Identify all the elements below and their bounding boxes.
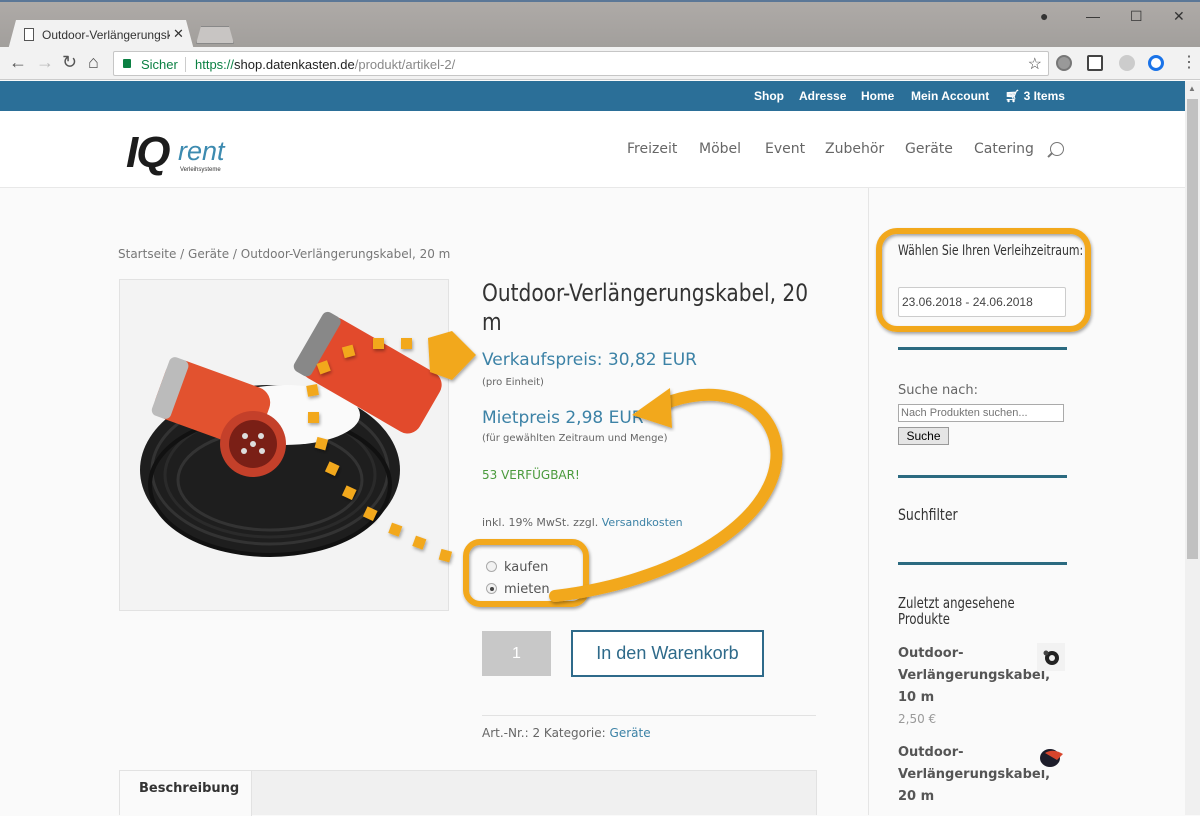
product-title: Outdoor-Verlängerungskabel, 20 m bbox=[482, 279, 809, 336]
browser-titlebar: Outdoor-Verlängerungskabel, 20 m ✕ ● — ☐… bbox=[0, 0, 1200, 50]
page-scrollbar[interactable]: ▲ bbox=[1185, 81, 1200, 815]
nav-moebel[interactable]: Möbel bbox=[699, 141, 741, 157]
shipping-link[interactable]: Versandkosten bbox=[602, 516, 683, 529]
page-icon bbox=[24, 28, 34, 41]
tab-title: Outdoor-Verlängerungskabel, 20 m bbox=[42, 28, 170, 42]
add-to-cart-button[interactable]: In den Warenkorb bbox=[571, 630, 764, 677]
widget-divider bbox=[898, 562, 1067, 565]
browser-tab[interactable]: Outdoor-Verlängerungskabel, 20 m ✕ bbox=[8, 20, 194, 50]
tax-info: inkl. 19% MwSt. zzgl. Versandkosten bbox=[482, 516, 683, 529]
menu-icon[interactable]: ⋮ bbox=[1181, 52, 1197, 72]
close-window-button[interactable]: ✕ bbox=[1173, 8, 1185, 25]
sale-price: Verkaufspreis: 30,82 EUR bbox=[482, 350, 697, 370]
extension-icon[interactable] bbox=[1119, 55, 1135, 71]
cable-thumbnail-icon bbox=[1043, 650, 1059, 665]
browser-toolbar: ← → ↻ ⌂ Sicher https://shop.datenkasten.… bbox=[0, 47, 1200, 80]
widget-divider bbox=[898, 347, 1067, 350]
category-link[interactable]: Geräte bbox=[610, 726, 651, 740]
site-header: IQ rent Verleihsysteme Freizeit Möbel Ev… bbox=[0, 111, 1185, 188]
radio-kaufen[interactable] bbox=[486, 561, 497, 572]
divider bbox=[185, 57, 186, 72]
cable-illustration bbox=[140, 311, 442, 557]
scrollbar-thumb[interactable] bbox=[1187, 99, 1198, 559]
cart-link[interactable]: 🛒︎ 3 Items bbox=[1005, 89, 1065, 103]
cast-icon[interactable] bbox=[1087, 55, 1103, 71]
search-icon[interactable] bbox=[1050, 142, 1064, 156]
lock-icon bbox=[123, 59, 131, 68]
extension-icon[interactable] bbox=[1056, 55, 1072, 71]
secure-label: Sicher bbox=[141, 57, 178, 72]
product-search-input[interactable] bbox=[898, 404, 1064, 422]
nav-zubehoer[interactable]: Zubehör bbox=[825, 141, 884, 157]
topbar-link-adresse[interactable]: Adresse bbox=[799, 89, 846, 103]
forward-icon[interactable]: → bbox=[36, 52, 54, 73]
new-tab-button[interactable] bbox=[196, 26, 234, 44]
profile-icon[interactable]: ● bbox=[1040, 8, 1048, 24]
address-bar[interactable]: Sicher https://shop.datenkasten.de/produ… bbox=[113, 51, 1049, 76]
sale-price-note: (pro Einheit) bbox=[482, 377, 544, 388]
recent-product-link[interactable]: Outdoor-Verlängerungskabel, 10 m bbox=[898, 643, 1050, 709]
recent-products-heading: Zuletzt angesehene Produkte bbox=[898, 594, 1015, 628]
recent-product-link[interactable]: Outdoor-Verlängerungskabel, 20 m bbox=[898, 742, 1050, 808]
topbar-link-shop[interactable]: Shop bbox=[754, 89, 784, 103]
rent-price-note: (für gewählten Zeitraum und Menge) bbox=[482, 433, 668, 444]
url-text: https://shop.datenkasten.de/produkt/arti… bbox=[195, 57, 456, 72]
cart-icon: 🛒︎ bbox=[1005, 89, 1024, 103]
sidebar-divider bbox=[868, 188, 869, 815]
rental-period-heading: Wählen Sie Ihren Verleihzeitraum: bbox=[898, 243, 1084, 259]
search-button[interactable]: Suche bbox=[898, 427, 949, 445]
nav-freizeit[interactable]: Freizeit bbox=[627, 141, 677, 157]
quantity-input[interactable] bbox=[482, 631, 551, 676]
home-icon[interactable]: ⌂ bbox=[88, 52, 99, 73]
product-meta: Art.-Nr.: 2 Kategorie: Geräte bbox=[482, 726, 651, 740]
extension-icon[interactable] bbox=[1148, 55, 1164, 71]
divider bbox=[482, 715, 816, 716]
option-mieten[interactable]: mieten bbox=[486, 582, 550, 597]
rental-period-input[interactable] bbox=[898, 287, 1066, 317]
recent-product-price: 2,50 € bbox=[898, 712, 937, 726]
breadcrumb[interactable]: Startseite / Geräte / Outdoor-Verlängeru… bbox=[118, 247, 450, 261]
scroll-up-icon[interactable]: ▲ bbox=[1188, 84, 1196, 93]
option-kaufen[interactable]: kaufen bbox=[486, 560, 548, 575]
reload-icon[interactable]: ↻ bbox=[62, 52, 77, 73]
recent-product-thumbnail[interactable] bbox=[1037, 643, 1065, 671]
filter-heading: Suchfilter bbox=[898, 505, 958, 524]
topbar-link-home[interactable]: Home bbox=[861, 89, 894, 103]
maximize-button[interactable]: ☐ bbox=[1130, 8, 1143, 25]
topbar-link-account[interactable]: Mein Account bbox=[911, 89, 989, 103]
recent-product-thumbnail[interactable] bbox=[1037, 742, 1065, 770]
site-logo[interactable]: IQ rent Verleihsysteme bbox=[126, 128, 225, 178]
bookmark-star-icon[interactable]: ☆ bbox=[1028, 54, 1042, 74]
search-label: Suche nach: bbox=[898, 383, 978, 398]
site-topbar: Shop Adresse Home Mein Account 🛒︎ 3 Item… bbox=[0, 81, 1185, 111]
stock-status: 53 VERFÜGBAR! bbox=[482, 468, 580, 482]
nav-geraete[interactable]: Geräte bbox=[905, 141, 953, 157]
back-icon[interactable]: ← bbox=[9, 52, 27, 73]
rent-price: Mietpreis 2,98 EUR bbox=[482, 408, 644, 428]
product-image[interactable] bbox=[119, 279, 449, 611]
tab-beschreibung[interactable]: Beschreibung bbox=[120, 771, 252, 816]
radio-mieten[interactable] bbox=[486, 583, 497, 594]
minimize-button[interactable]: — bbox=[1086, 8, 1100, 24]
nav-event[interactable]: Event bbox=[765, 141, 805, 157]
nav-catering[interactable]: Catering bbox=[974, 141, 1034, 157]
cable-thumbnail-icon bbox=[1040, 749, 1063, 767]
widget-divider bbox=[898, 475, 1067, 478]
product-tabs: Beschreibung bbox=[119, 770, 817, 816]
close-tab-icon[interactable]: ✕ bbox=[173, 26, 184, 42]
